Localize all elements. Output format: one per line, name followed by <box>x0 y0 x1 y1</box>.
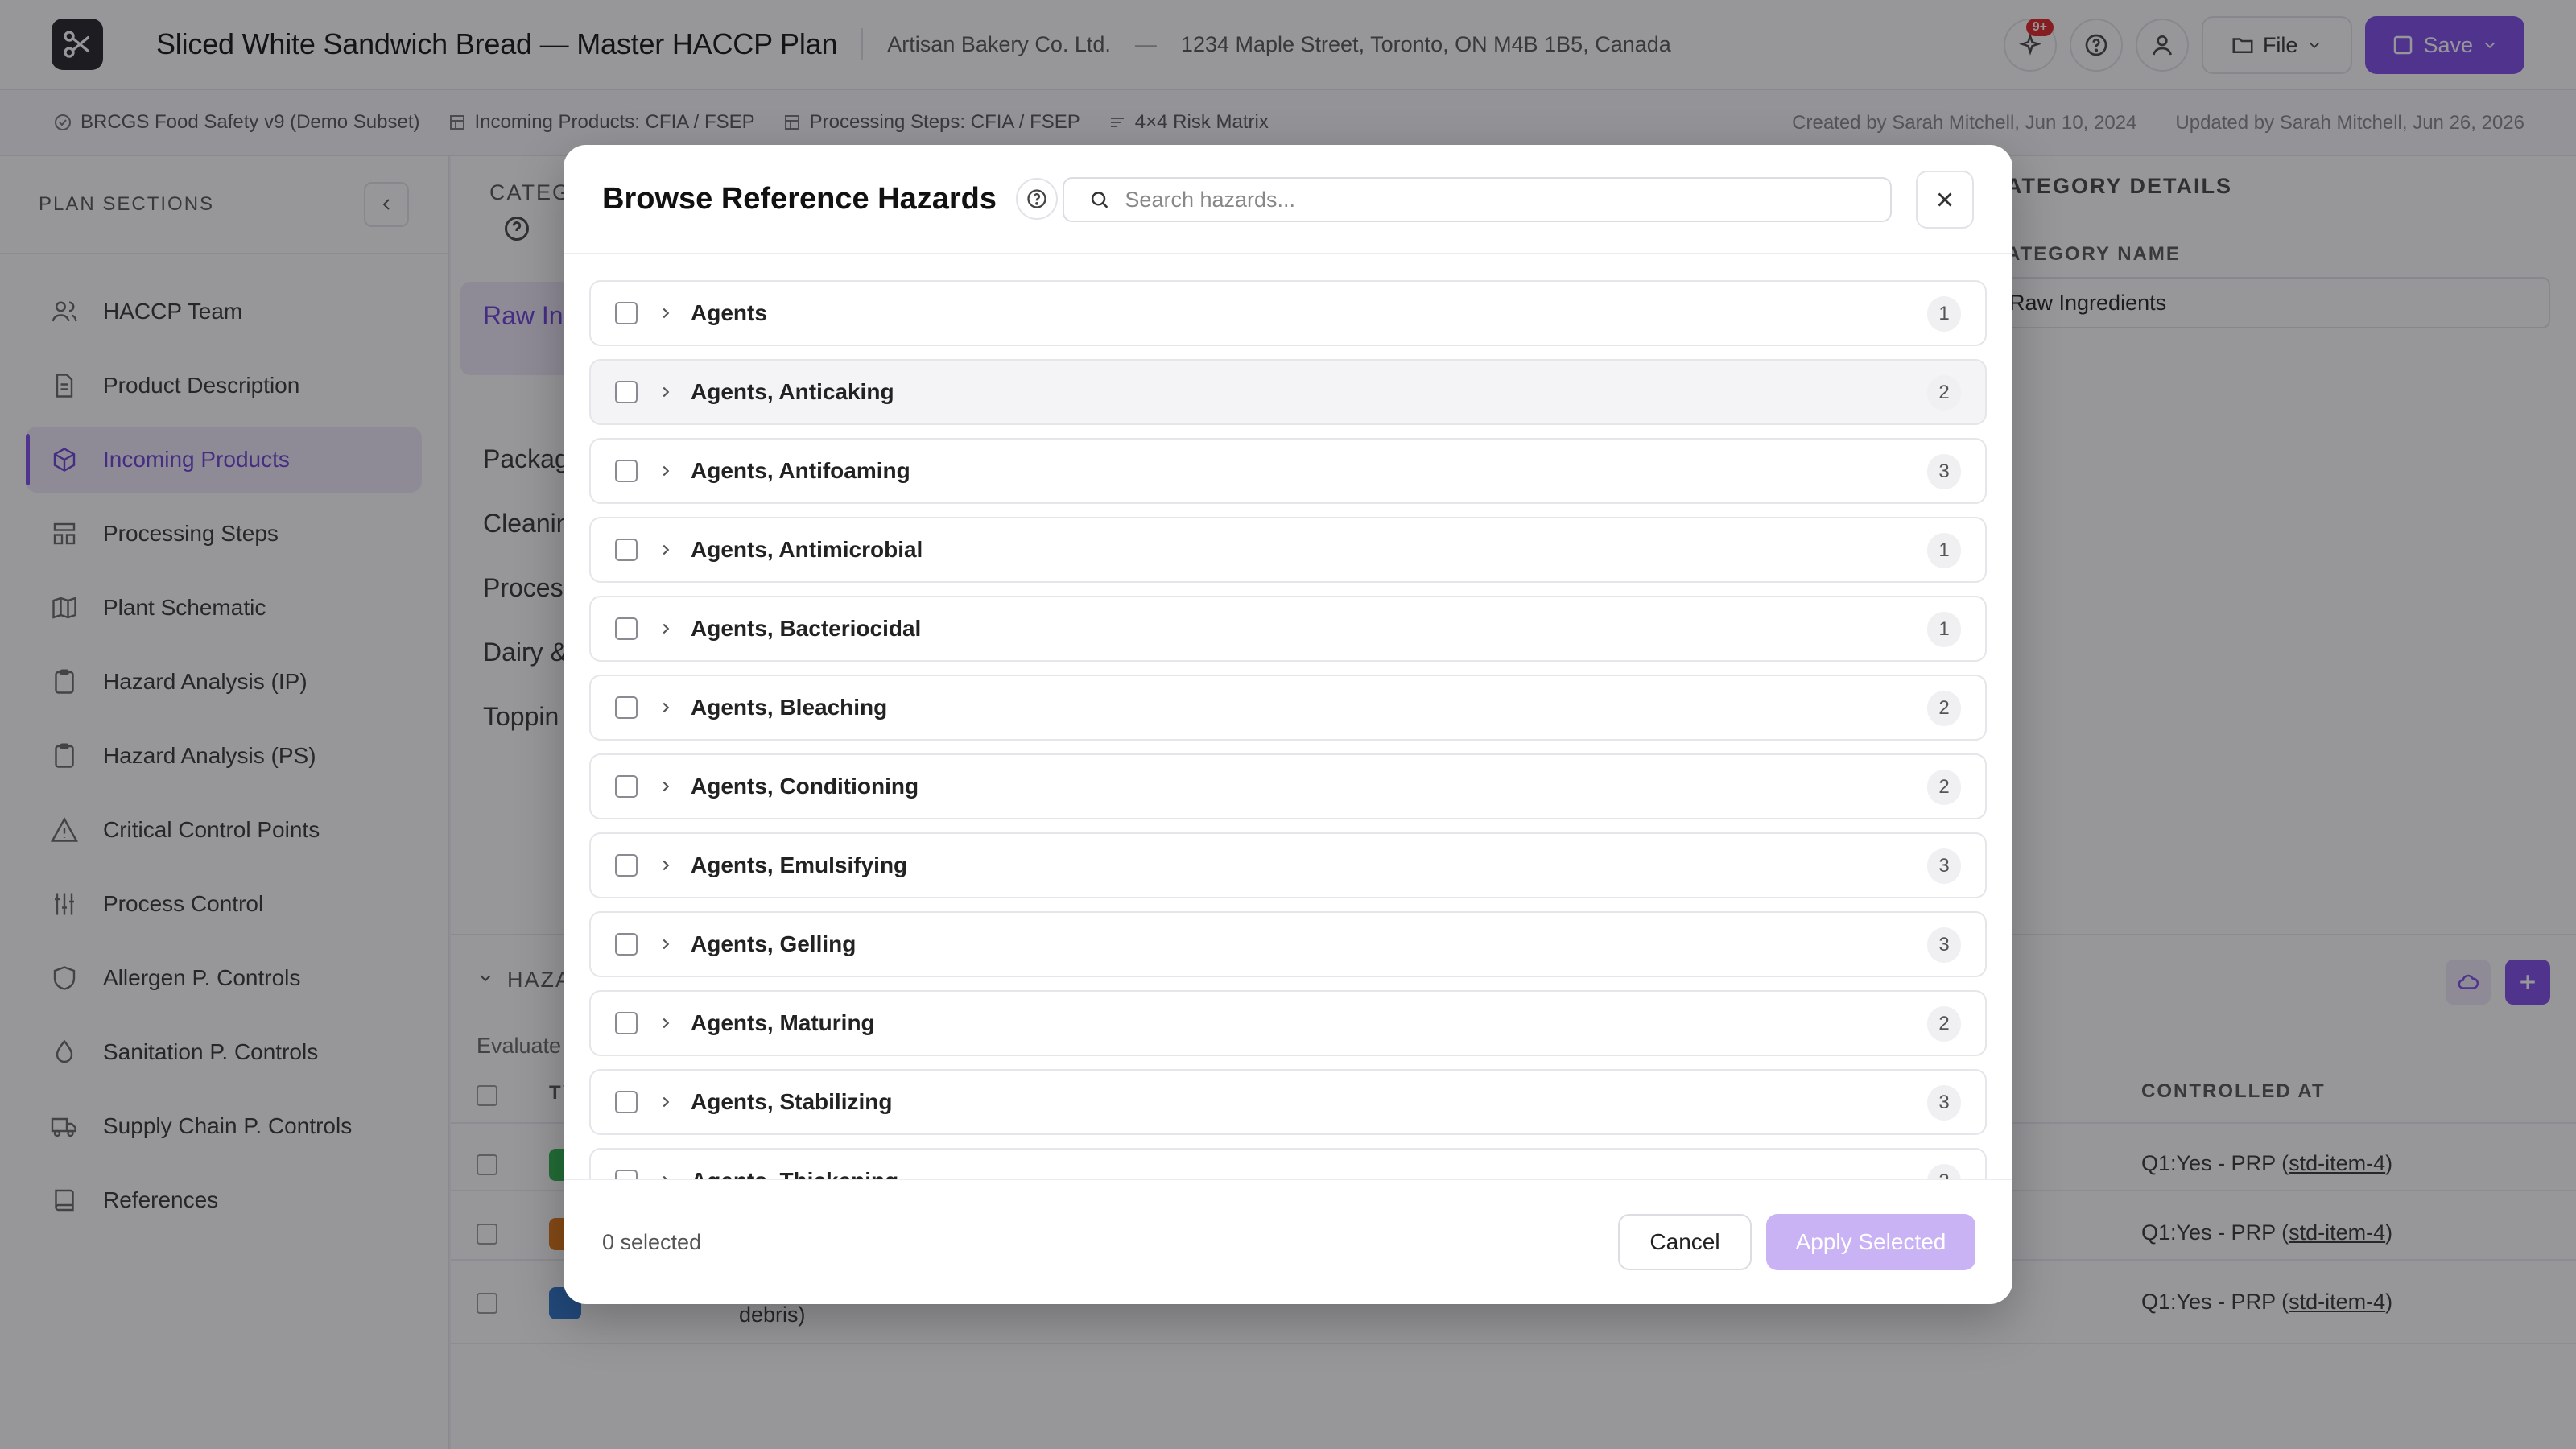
chevron-right-icon[interactable] <box>655 935 676 953</box>
hazard-count-badge: 2 <box>1927 1006 1961 1042</box>
hazard-checkbox[interactable] <box>615 617 638 640</box>
help-icon <box>1027 189 1046 208</box>
chevron-right-icon[interactable] <box>655 383 676 401</box>
dialog-header: Browse Reference Hazards <box>564 145 2013 254</box>
chevron-right-icon[interactable] <box>655 541 676 559</box>
hazard-list-item[interactable]: Agents, Maturing 2 <box>589 990 1987 1056</box>
hazard-count-badge: 2 <box>1927 375 1961 411</box>
hazard-label: Agents, Thickening <box>691 1168 898 1179</box>
hazard-search-input[interactable] <box>1125 187 1866 213</box>
cancel-button[interactable]: Cancel <box>1618 1214 1752 1270</box>
hazard-count-badge: 1 <box>1927 296 1961 332</box>
chevron-right-icon[interactable] <box>655 857 676 874</box>
close-dialog-button[interactable] <box>1916 171 1974 229</box>
hazard-checkbox[interactable] <box>615 302 638 324</box>
hazard-count-badge: 1 <box>1927 612 1961 647</box>
hazard-count-badge: 3 <box>1927 927 1961 963</box>
hazard-checkbox[interactable] <box>615 1012 638 1034</box>
search-icon <box>1091 192 1108 208</box>
hazard-checkbox[interactable] <box>615 696 638 719</box>
chevron-right-icon[interactable] <box>655 1172 676 1179</box>
hazard-checkbox[interactable] <box>615 539 638 561</box>
hazard-label: Agents, Bacteriocidal <box>691 616 922 641</box>
hazard-label: Agents, Antifoaming <box>691 458 910 483</box>
hazard-list-item[interactable]: Agents 1 <box>589 280 1987 346</box>
hazard-label: Agents <box>691 300 767 325</box>
hazard-label: Agents, Stabilizing <box>691 1089 893 1114</box>
hazard-search-box <box>1063 177 1892 222</box>
hazard-checkbox[interactable] <box>615 854 638 877</box>
chevron-right-icon[interactable] <box>655 1014 676 1032</box>
hazard-label: Agents, Antimicrobial <box>691 537 923 562</box>
dialog-title: Browse Reference Hazards <box>602 181 997 216</box>
chevron-right-icon[interactable] <box>655 304 676 322</box>
hazard-list[interactable]: Agents 1 Agents, Anticaking 2 Agents, An… <box>564 254 2013 1179</box>
close-icon <box>1938 192 1952 207</box>
hazard-checkbox[interactable] <box>615 1170 638 1179</box>
hazard-list-item[interactable]: Agents, Antimicrobial 1 <box>589 517 1987 583</box>
hazard-checkbox[interactable] <box>615 1091 638 1113</box>
chevron-right-icon[interactable] <box>655 778 676 795</box>
hazard-count-badge: 2 <box>1927 691 1961 726</box>
dialog-help-button[interactable] <box>1016 178 1058 220</box>
hazard-count-badge: 1 <box>1927 533 1961 568</box>
hazard-label: Agents, Conditioning <box>691 774 919 799</box>
hazard-label: Agents, Emulsifying <box>691 852 908 877</box>
hazard-list-item[interactable]: Agents, Emulsifying 3 <box>589 832 1987 898</box>
hazard-count-badge: 3 <box>1927 848 1961 884</box>
hazard-list-item[interactable]: Agents, Stabilizing 3 <box>589 1069 1987 1135</box>
dialog-footer: 0 selected Cancel Apply Selected <box>564 1179 2013 1304</box>
hazard-label: Agents, Gelling <box>691 931 857 956</box>
chevron-right-icon[interactable] <box>655 1093 676 1111</box>
chevron-right-icon[interactable] <box>655 699 676 716</box>
hazard-count-badge: 3 <box>1927 454 1961 489</box>
hazard-list-item[interactable]: Agents, Bleaching 2 <box>589 675 1987 741</box>
chevron-right-icon[interactable] <box>655 620 676 638</box>
browse-reference-hazards-dialog: Browse Reference Hazards Agents 1 Agents… <box>564 145 2013 1304</box>
hazard-list-item[interactable]: Agents, Thickening 3 <box>589 1148 1987 1179</box>
hazard-count-badge: 3 <box>1927 1164 1961 1179</box>
hazard-list-item[interactable]: Agents, Conditioning 2 <box>589 753 1987 819</box>
hazard-checkbox[interactable] <box>615 933 638 956</box>
hazard-checkbox[interactable] <box>615 775 638 798</box>
hazard-label: Agents, Anticaking <box>691 379 894 404</box>
hazard-checkbox[interactable] <box>615 381 638 403</box>
hazard-count-badge: 3 <box>1927 1085 1961 1121</box>
chevron-right-icon[interactable] <box>655 462 676 480</box>
hazard-list-item[interactable]: Agents, Antifoaming 3 <box>589 438 1987 504</box>
hazard-label: Agents, Maturing <box>691 1010 875 1035</box>
hazard-list-item[interactable]: Agents, Bacteriocidal 1 <box>589 596 1987 662</box>
hazard-checkbox[interactable] <box>615 460 638 482</box>
apply-selected-button[interactable]: Apply Selected <box>1766 1214 1975 1270</box>
selected-count: 0 selected <box>602 1229 702 1254</box>
hazard-list-item[interactable]: Agents, Gelling 3 <box>589 911 1987 977</box>
hazard-label: Agents, Bleaching <box>691 695 888 720</box>
hazard-count-badge: 2 <box>1927 770 1961 805</box>
hazard-list-item[interactable]: Agents, Anticaking 2 <box>589 359 1987 425</box>
